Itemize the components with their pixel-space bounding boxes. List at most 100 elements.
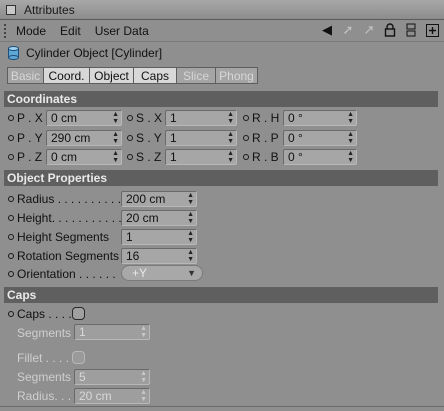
- caps-segments-field[interactable]: 1 ▲ ▼: [74, 324, 150, 340]
- keyframe-dot-icon[interactable]: [8, 135, 14, 141]
- rotation-segments-label: Rotation Segments: [17, 249, 120, 263]
- lock-icon[interactable]: [382, 22, 398, 38]
- tab-coord[interactable]: Coord.: [43, 67, 90, 84]
- spinner-icon[interactable]: ▲ ▼: [140, 325, 147, 339]
- height-segments-value: 1: [126, 230, 133, 244]
- caps-checkbox[interactable]: [72, 307, 85, 320]
- py-field[interactable]: 290 cm ▲ ▼: [46, 130, 122, 146]
- arrow-right-icon[interactable]: ➚: [340, 22, 356, 38]
- spinner-icon[interactable]: ▲ ▼: [112, 111, 119, 125]
- height-segments-field[interactable]: 1 ▲ ▼: [121, 229, 197, 245]
- tab-bar: Basic Coord. Object Caps Slice Phong: [7, 67, 258, 84]
- height-segments-row: Height Segments: [8, 229, 109, 245]
- pz-field[interactable]: 0 cm ▲ ▼: [46, 149, 122, 165]
- height-field[interactable]: 20 cm ▲ ▼: [121, 210, 197, 226]
- spinner-icon[interactable]: ▲ ▼: [187, 211, 194, 225]
- keyframe-dot-icon[interactable]: [127, 154, 133, 160]
- rp-field[interactable]: 0 ° ▲ ▼: [283, 130, 357, 146]
- caps-segments-value: 1: [79, 325, 86, 339]
- chevron-down-icon: ▼: [187, 268, 196, 278]
- window-title: Attributes: [24, 2, 75, 17]
- fillet-row: Fillet . . . .: [17, 350, 69, 366]
- sx-value: 1: [170, 111, 177, 125]
- spinner-icon[interactable]: ▲ ▼: [187, 230, 194, 244]
- menu-mode[interactable]: Mode: [16, 24, 46, 38]
- rotation-segments-value: 16: [126, 249, 140, 263]
- sy-value: 1: [170, 131, 177, 145]
- spinner-icon[interactable]: ▲ ▼: [347, 111, 354, 125]
- sy-field[interactable]: 1 ▲ ▼: [165, 130, 237, 146]
- rh-field[interactable]: 0 ° ▲ ▼: [283, 110, 357, 126]
- spinner-icon[interactable]: ▲ ▼: [227, 150, 234, 164]
- rh-label: R . H: [252, 111, 280, 125]
- fillet-checkbox[interactable]: [72, 351, 85, 364]
- menu-edit[interactable]: Edit: [60, 24, 81, 38]
- keyframe-dot-icon[interactable]: [127, 135, 133, 141]
- pz-label: P . Z: [17, 150, 43, 164]
- keyframe-dot-icon[interactable]: [8, 115, 14, 121]
- keyframe-dot-icon[interactable]: [127, 115, 133, 121]
- keyframe-dot-icon[interactable]: [8, 196, 14, 202]
- spinner-icon[interactable]: ▲ ▼: [140, 389, 147, 403]
- spinner-icon[interactable]: ▲ ▼: [187, 249, 194, 263]
- section-caps[interactable]: Caps: [4, 287, 438, 303]
- py-value: 290 cm: [51, 131, 91, 145]
- keyframe-dot-icon[interactable]: [8, 311, 14, 317]
- keyframe-dot-icon[interactable]: [8, 215, 14, 221]
- keyframe-dot-icon[interactable]: [8, 271, 14, 277]
- height-label: Height. . . . . . . . . . . .: [17, 211, 129, 225]
- tab-object[interactable]: Object: [89, 67, 134, 84]
- keyframe-dot-icon[interactable]: [243, 135, 249, 141]
- keyframe-dot-icon[interactable]: [8, 154, 14, 160]
- keyframe-dot-icon[interactable]: [243, 115, 249, 121]
- spinner-icon[interactable]: ▲ ▼: [112, 150, 119, 164]
- orientation-dropdown[interactable]: +Y ▼: [121, 265, 203, 281]
- sx-field[interactable]: 1 ▲ ▼: [165, 110, 237, 126]
- sz-field[interactable]: 1 ▲ ▼: [165, 149, 237, 165]
- section-object-properties[interactable]: Object Properties: [4, 170, 438, 186]
- spinner-icon[interactable]: ▲ ▼: [227, 111, 234, 125]
- window-box-icon[interactable]: [6, 4, 16, 15]
- grip-icon[interactable]: [4, 23, 10, 38]
- rotation-segments-field[interactable]: 16 ▲ ▼: [121, 248, 197, 264]
- tab-phong[interactable]: Phong: [215, 67, 258, 84]
- caps-segments-row: Segments: [17, 325, 71, 341]
- spinner-icon[interactable]: ▲ ▼: [187, 192, 194, 206]
- radius-field[interactable]: 200 cm ▲ ▼: [121, 191, 197, 207]
- fillet-segments-row: Segments: [17, 369, 71, 385]
- keyframe-dot-icon[interactable]: [243, 154, 249, 160]
- rb-label-row: R . B: [243, 149, 279, 165]
- radius-value: 200 cm: [126, 192, 166, 206]
- menu-bar: Mode Edit User Data ◀ ➚ ↗: [0, 20, 444, 42]
- stack-icon[interactable]: [403, 22, 419, 38]
- title-bar: Attributes: [0, 0, 444, 20]
- spinner-icon[interactable]: ▲ ▼: [347, 131, 354, 145]
- fillet-radius-row: Radius. . .: [17, 388, 71, 404]
- fillet-radius-field[interactable]: 20 cm ▲ ▼: [74, 388, 150, 404]
- fillet-segments-value: 5: [79, 370, 86, 384]
- spinner-icon[interactable]: ▲ ▼: [347, 150, 354, 164]
- radius-row: Radius . . . . . . . . . . .: [8, 191, 128, 207]
- rp-label-row: R . P: [243, 130, 279, 146]
- spinner-icon[interactable]: ▲ ▼: [112, 131, 119, 145]
- spinner-icon[interactable]: ▲ ▼: [140, 370, 147, 384]
- section-coordinates[interactable]: Coordinates: [4, 91, 438, 107]
- add-panel-icon[interactable]: [424, 22, 440, 38]
- arrow-up-icon[interactable]: ↗: [361, 22, 377, 38]
- keyframe-dot-icon[interactable]: [8, 234, 14, 240]
- tab-caps[interactable]: Caps: [133, 67, 177, 84]
- tab-slice[interactable]: Slice: [176, 67, 216, 84]
- fillet-segments-field[interactable]: 5 ▲ ▼: [74, 369, 150, 385]
- arrow-left-icon[interactable]: ◀: [319, 22, 335, 38]
- rb-field[interactable]: 0 ° ▲ ▼: [283, 149, 357, 165]
- sz-label-row: S . Z: [127, 149, 161, 165]
- height-row: Height. . . . . . . . . . . .: [8, 210, 128, 226]
- sx-label-row: S . X: [127, 110, 162, 126]
- px-field[interactable]: 0 cm ▲ ▼: [46, 110, 122, 126]
- px-label: P . X: [17, 111, 43, 125]
- keyframe-dot-icon[interactable]: [8, 253, 14, 259]
- orientation-value: +Y: [132, 266, 148, 280]
- menu-user-data[interactable]: User Data: [95, 24, 149, 38]
- tab-basic[interactable]: Basic: [7, 67, 44, 84]
- spinner-icon[interactable]: ▲ ▼: [227, 131, 234, 145]
